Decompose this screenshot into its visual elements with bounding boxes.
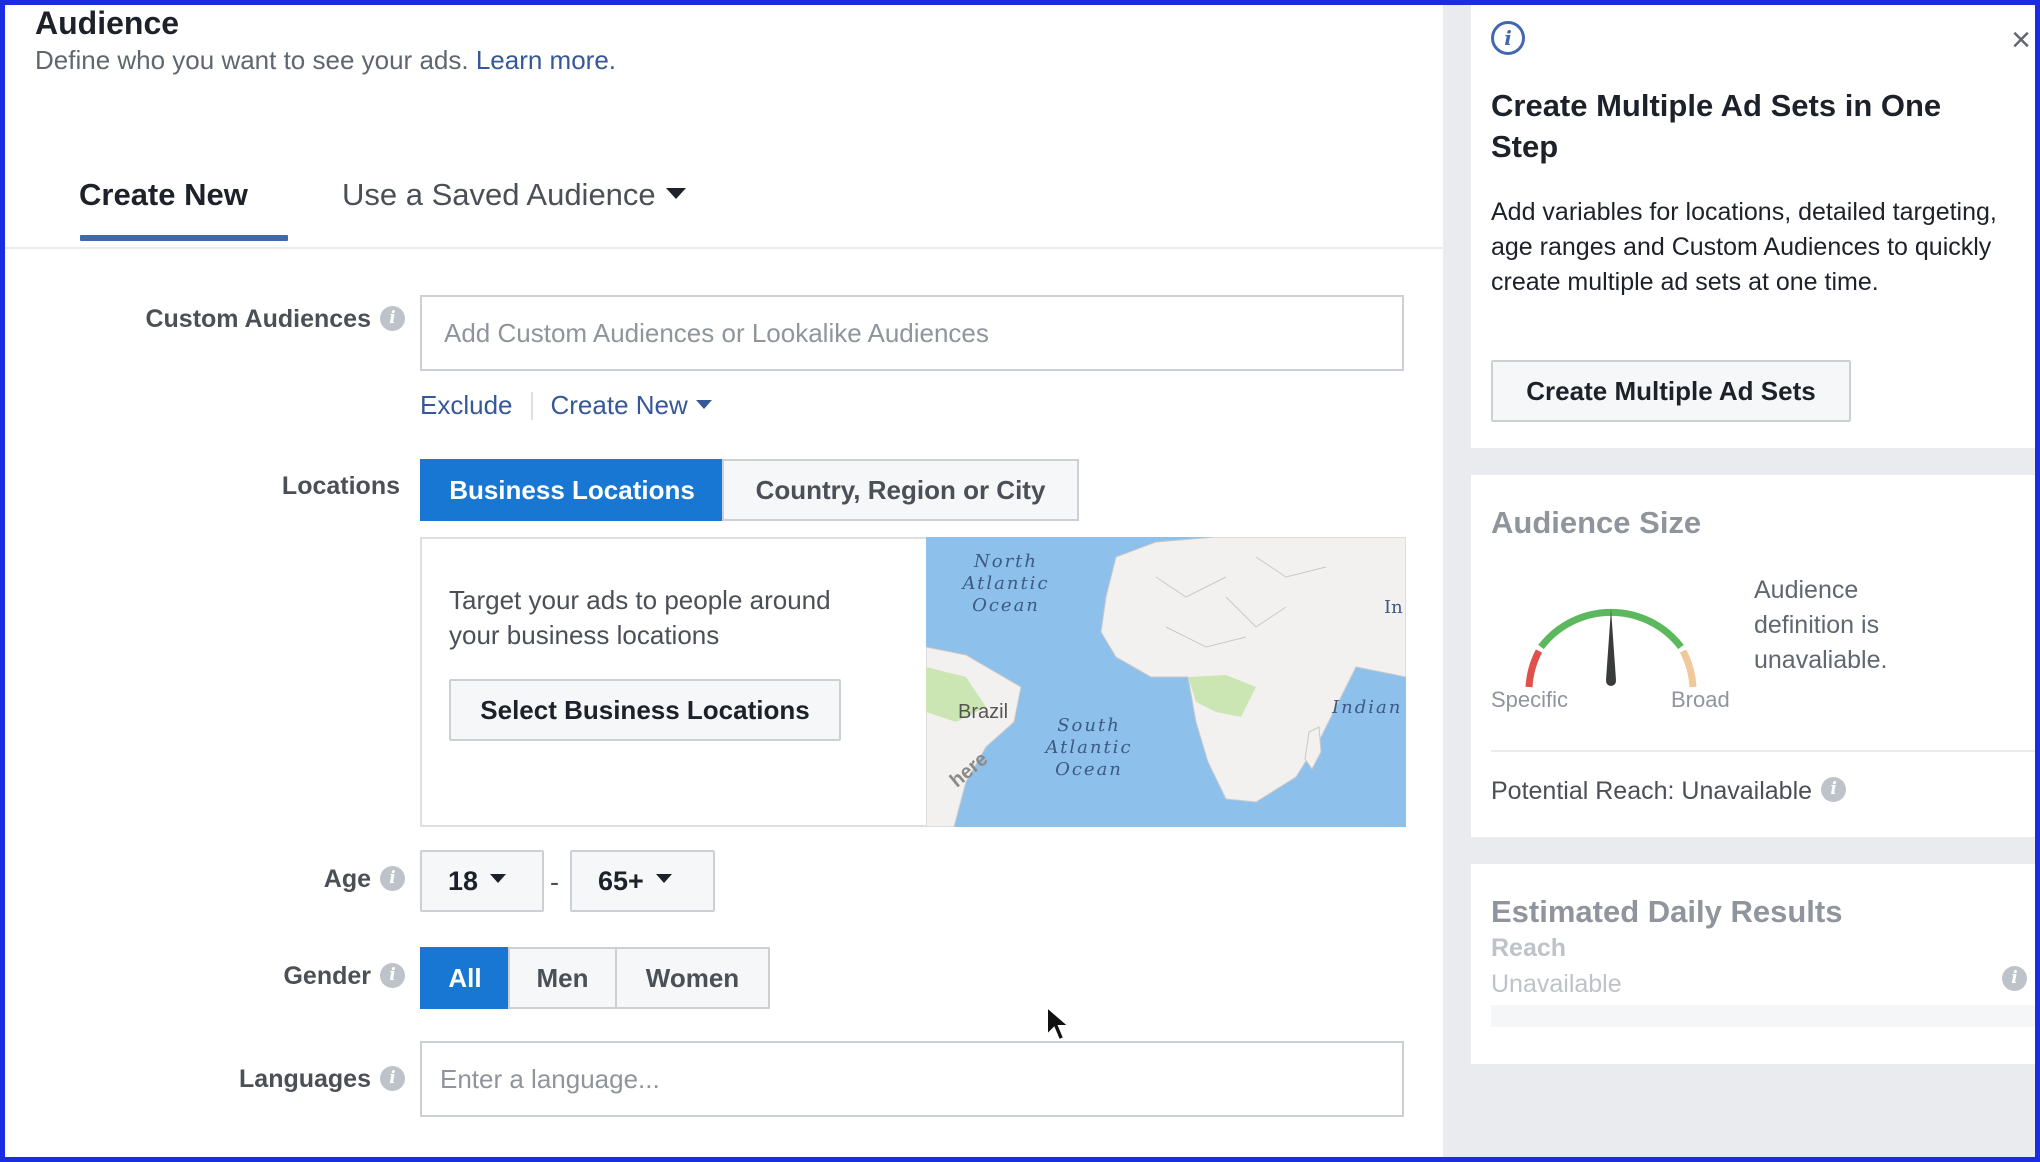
exclude-link[interactable]: Exclude	[420, 390, 513, 421]
locations-label: Locations	[281, 472, 400, 500]
south-atlantic-label: South Atlantic Ocean	[1045, 715, 1133, 780]
gender-men-button[interactable]: Men	[508, 947, 617, 1009]
custom-audiences-placeholder: Add Custom Audiences or Lookalike Audien…	[444, 317, 989, 348]
close-icon[interactable]: ×	[2011, 23, 2031, 57]
custom-audiences-actions: Exclude Create New	[420, 390, 712, 421]
languages-label-row: Languages i	[115, 1065, 405, 1094]
audience-panel: Audience Define who you want to see your…	[5, 5, 1443, 1157]
map-label-in: In	[1384, 597, 1403, 618]
gauge-specific-label: Specific	[1491, 687, 1569, 712]
tip-title: Create Multiple Ad Sets in One Step	[1491, 88, 1942, 164]
chevron-down-icon	[490, 873, 507, 883]
gauge-broad-label: Broad	[1671, 687, 1730, 712]
age-min-select[interactable]: 18	[420, 850, 544, 912]
info-icon[interactable]: i	[2002, 966, 2027, 991]
north-atlantic-label: North Atlantic Ocean	[962, 551, 1050, 616]
indian-ocean-label: Indian	[1332, 697, 1403, 718]
languages-input[interactable]: Enter a language...	[420, 1041, 1404, 1117]
right-sidebar: i × Create Multiple Ad Sets in One Step …	[1443, 5, 2035, 1157]
create-multiple-ad-sets-button[interactable]: Create Multiple Ad Sets	[1491, 360, 1851, 422]
business-locations-description: Target your ads to people around your bu…	[449, 585, 831, 650]
estimated-reach-label: Reach	[1491, 934, 1567, 962]
gender-toggle: All Men Women	[420, 947, 770, 1009]
audience-tabs: Create New Use a Saved Audience	[5, 165, 1443, 249]
brazil-label: Brazil	[958, 701, 1009, 723]
divider	[1491, 750, 2035, 752]
estimated-reach-bar	[1491, 1005, 2035, 1027]
tip-body: Add variables for locations, detailed ta…	[1491, 198, 1997, 296]
gender-all-button[interactable]: All	[420, 947, 510, 1009]
info-icon[interactable]: i	[1821, 777, 1847, 802]
estimated-reach-value: Unavailable	[1491, 970, 1622, 998]
languages-placeholder: Enter a language...	[440, 1063, 660, 1094]
divider	[530, 391, 533, 420]
audience-size-card: Audience Size Specific Broad Audience de…	[1471, 475, 2035, 837]
age-min-value: 18	[448, 865, 479, 896]
locations-toggle: Business Locations Country, Region or Ci…	[420, 459, 1079, 521]
estimated-daily-results-card: Estimated Daily Results Reach Unavailabl…	[1471, 864, 2035, 1064]
age-label: Age	[323, 865, 371, 893]
age-max-value: 65+	[598, 865, 644, 896]
audience-size-description: Audience definition is unavaliable.	[1754, 576, 1888, 674]
tab-create-new[interactable]: Create New	[79, 177, 248, 213]
select-business-locations-button[interactable]: Select Business Locations	[449, 679, 841, 741]
gender-label: Gender	[283, 962, 371, 990]
custom-audiences-label: Custom Audiences	[145, 305, 371, 333]
country-region-city-button[interactable]: Country, Region or City	[722, 459, 1079, 521]
world-map: North Atlantic Ocean South Atlantic Ocea…	[926, 537, 1406, 827]
info-icon: i	[1491, 21, 1525, 55]
gender-label-row: Gender i	[115, 962, 405, 991]
info-icon[interactable]: i	[380, 865, 405, 891]
create-new-dropdown[interactable]: Create New	[551, 390, 712, 421]
chevron-down-icon	[695, 399, 712, 409]
learn-more-link[interactable]: Learn more.	[476, 45, 616, 75]
tab-saved-audience[interactable]: Use a Saved Audience	[342, 177, 686, 213]
chevron-down-icon	[655, 873, 672, 883]
business-locations-button[interactable]: Business Locations	[420, 459, 724, 521]
custom-audiences-label-row: Custom Audiences i	[115, 305, 405, 334]
info-icon[interactable]: i	[380, 305, 405, 331]
info-icon[interactable]: i	[380, 962, 405, 988]
potential-reach-text: Potential Reach: Unavailable	[1491, 777, 1813, 805]
gender-women-button[interactable]: Women	[615, 947, 770, 1009]
chevron-down-icon	[665, 188, 686, 200]
estimated-results-title: Estimated Daily Results	[1491, 894, 1843, 929]
info-icon[interactable]: i	[380, 1065, 405, 1091]
multiple-ad-sets-tip: i × Create Multiple Ad Sets in One Step …	[1471, 5, 2035, 448]
potential-reach-row: Potential Reach: Unavailable i	[1491, 777, 1847, 806]
business-locations-box: Target your ads to people around your bu…	[420, 537, 1406, 827]
create-new-label: Create New	[550, 390, 688, 420]
audience-size-title: Audience Size	[1491, 505, 1702, 540]
page-title: Audience	[35, 5, 180, 41]
age-label-row: Age i	[115, 865, 405, 894]
page-subtitle: Define who you want to see your ads. Lea…	[35, 45, 616, 76]
active-tab-indicator	[80, 235, 288, 241]
subtitle-text: Define who you want to see your ads.	[35, 45, 469, 75]
languages-label: Languages	[239, 1065, 371, 1093]
custom-audiences-input[interactable]: Add Custom Audiences or Lookalike Audien…	[420, 295, 1404, 371]
age-separator: -	[550, 867, 559, 897]
age-max-select[interactable]: 65+	[570, 850, 715, 912]
mouse-cursor-icon	[1046, 1005, 1072, 1042]
tab-saved-audience-label: Use a Saved Audience	[342, 177, 656, 212]
